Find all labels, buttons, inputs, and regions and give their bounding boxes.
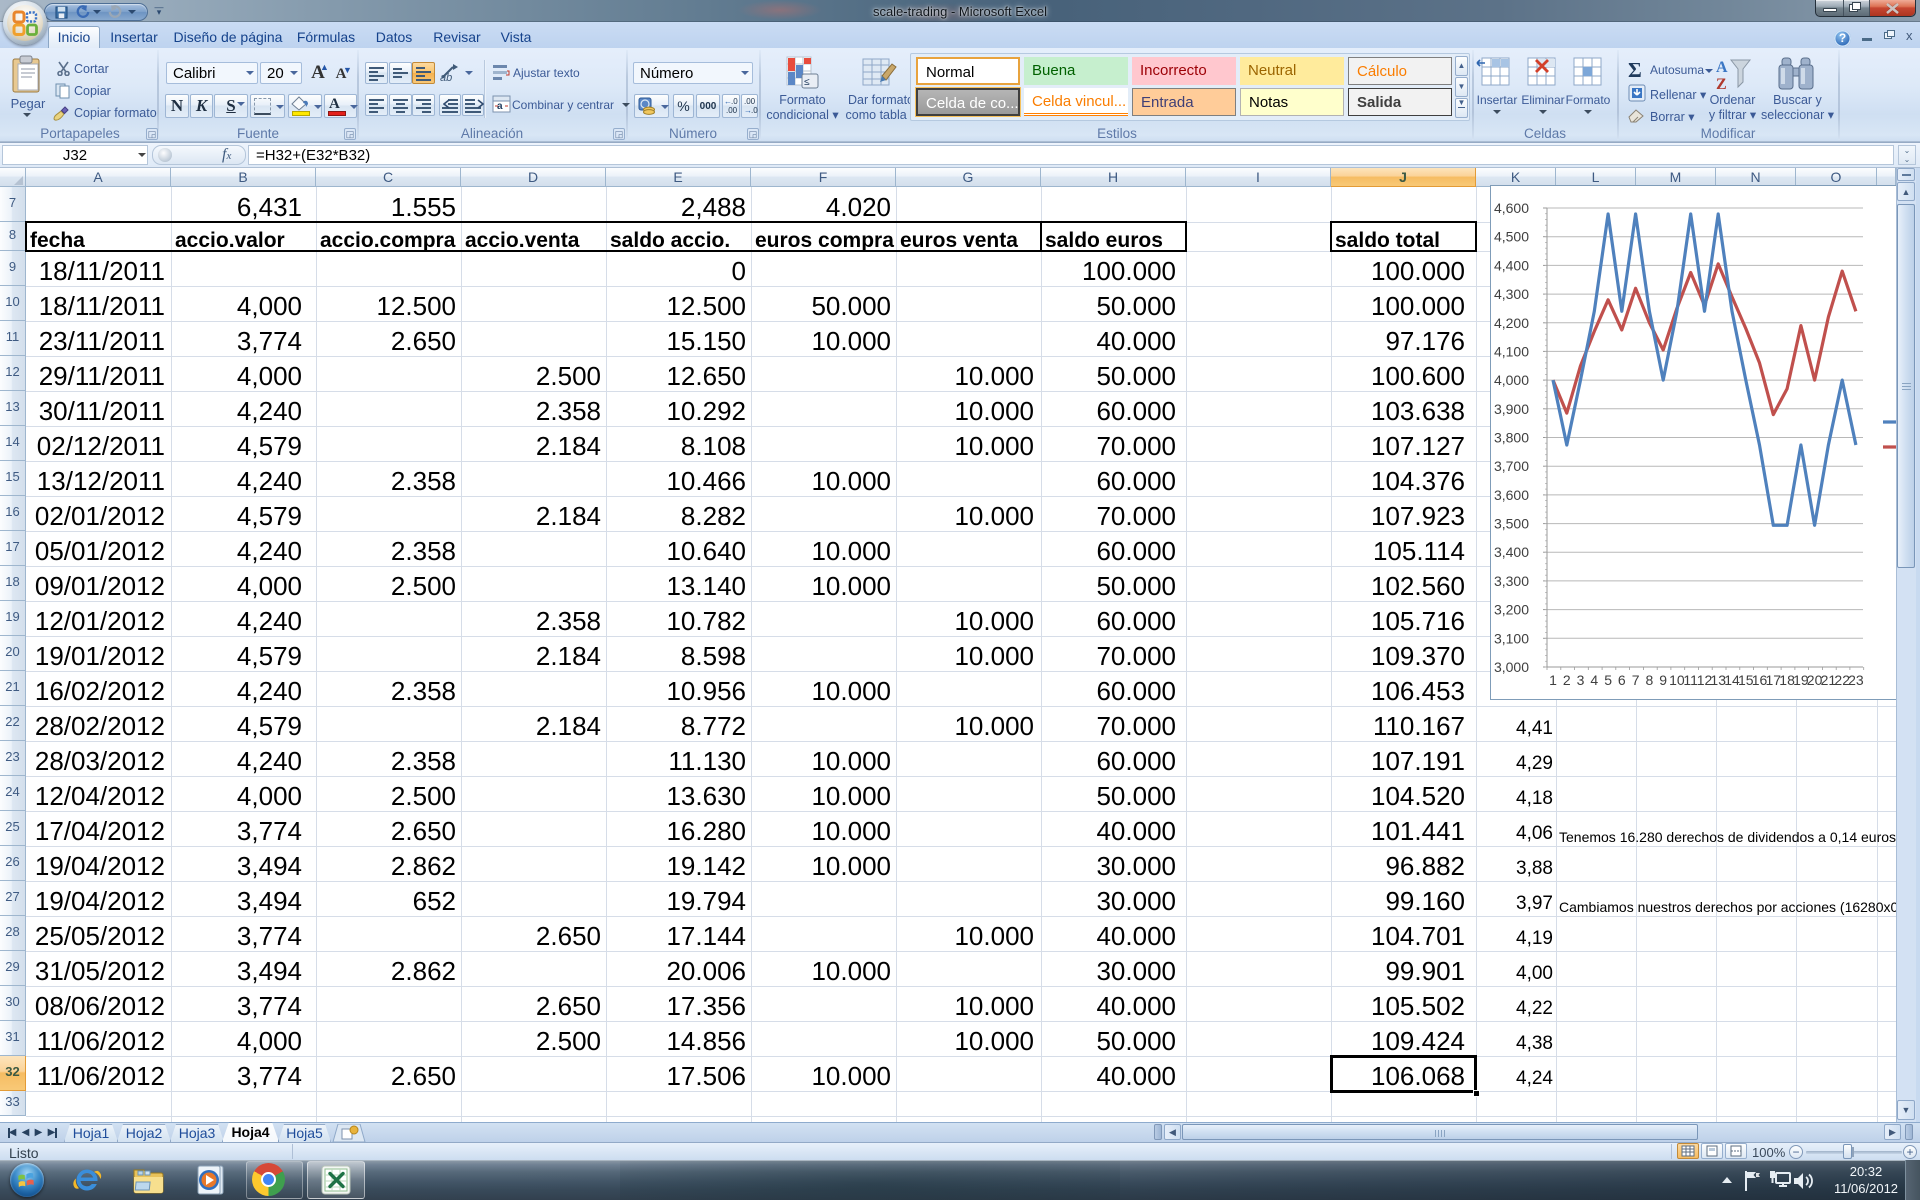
svg-text:4: 4 <box>1590 672 1598 688</box>
svg-text:3,400: 3,400 <box>1494 544 1529 560</box>
svg-text:3,500: 3,500 <box>1494 516 1529 532</box>
svg-text:3,000: 3,000 <box>1494 659 1529 675</box>
svg-text:4,000: 4,000 <box>1494 372 1529 388</box>
svg-text:3,700: 3,700 <box>1494 458 1529 474</box>
svg-text:3,800: 3,800 <box>1494 430 1529 446</box>
svg-text:8: 8 <box>1646 672 1654 688</box>
svg-text:5: 5 <box>1604 672 1612 688</box>
svg-text:2: 2 <box>1563 672 1571 688</box>
svg-text:3: 3 <box>1577 672 1585 688</box>
svg-text:6: 6 <box>1618 672 1626 688</box>
svg-text:3,300: 3,300 <box>1494 573 1529 589</box>
svg-text:3,900: 3,900 <box>1494 401 1529 417</box>
svg-text:4,300: 4,300 <box>1494 286 1529 302</box>
svg-text:1: 1 <box>1549 672 1557 688</box>
svg-text:4,200: 4,200 <box>1494 315 1529 331</box>
svg-text:4,500: 4,500 <box>1494 229 1529 245</box>
svg-text:3,100: 3,100 <box>1494 630 1529 646</box>
svg-text:23: 23 <box>1848 672 1864 688</box>
svg-text:3,200: 3,200 <box>1494 602 1529 618</box>
svg-text:4,400: 4,400 <box>1494 257 1529 273</box>
svg-text:4,100: 4,100 <box>1494 343 1529 359</box>
svg-text:4,600: 4,600 <box>1494 200 1529 216</box>
svg-text:9: 9 <box>1659 672 1667 688</box>
svg-text:7: 7 <box>1632 672 1640 688</box>
svg-text:3,600: 3,600 <box>1494 487 1529 503</box>
